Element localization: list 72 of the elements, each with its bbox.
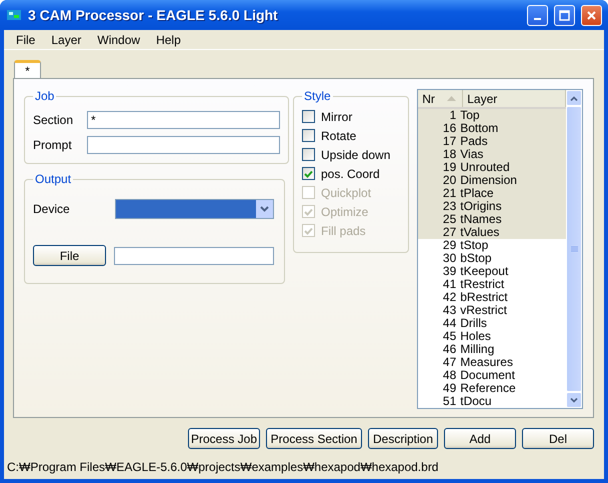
chevron-down-icon (260, 206, 269, 212)
group-title: Job (34, 89, 56, 103)
file-button[interactable]: File (33, 245, 106, 266)
menu-item[interactable]: Window (89, 32, 148, 46)
menu-item[interactable]: File (8, 32, 44, 46)
layer-row[interactable]: 30 bStop (418, 252, 566, 265)
layer-row[interactable]: 48 Document (418, 369, 566, 382)
group-title: Output (34, 172, 72, 186)
status-text: C:₩Program Files₩EAGLE-5.6.0₩projects₩examples₩hexapod₩hexapod.brd (6, 459, 440, 476)
input-field[interactable] (114, 246, 274, 264)
checkbox-label: Fill pads (321, 224, 366, 238)
layer-row[interactable]: 1 Top (418, 109, 566, 122)
layer-row[interactable]: 23 tOrigins (418, 200, 566, 213)
field-label: Prompt (33, 138, 73, 152)
layer-row[interactable]: 41 tRestrict (418, 278, 566, 291)
maximize-icon (559, 10, 570, 20)
field-label: Section (33, 112, 74, 126)
layer-row[interactable]: 49 Reference (418, 382, 566, 395)
action-button[interactable]: Add (444, 428, 516, 449)
minimize-icon (534, 18, 541, 20)
layer-row[interactable]: 27 tValues (418, 226, 566, 239)
action-button[interactable]: Description (368, 428, 438, 449)
layer-row[interactable]: 16 Bottom (418, 122, 566, 135)
checkbox[interactable] (302, 129, 315, 142)
layer-row[interactable]: 18 Vias (418, 148, 566, 161)
layer-row[interactable]: 29 tStop (418, 239, 566, 252)
window-title: 3 CAM Processor - EAGLE 5.6.0 Light (28, 7, 279, 23)
layer-row[interactable]: 25 tNames (418, 213, 566, 226)
action-button[interactable]: Process Job (188, 428, 260, 449)
app-icon (6, 7, 22, 23)
scrollbar-thumb[interactable] (566, 106, 582, 392)
tab[interactable]: * (14, 60, 41, 78)
checkbox[interactable] (302, 110, 315, 123)
minimize-button[interactable] (527, 4, 548, 26)
menu-item[interactable]: Help (148, 32, 189, 46)
column-header[interactable]: Nr (418, 90, 464, 107)
close-icon (586, 10, 597, 20)
chevron-down-icon (570, 398, 578, 402)
action-button[interactable]: Process Section (266, 428, 362, 449)
input-field[interactable]: * (87, 110, 280, 128)
layer-row[interactable]: 43 vRestrict (418, 304, 566, 317)
checkbox-label: Rotate (321, 128, 356, 142)
input-field[interactable] (87, 136, 280, 154)
close-button[interactable] (581, 4, 602, 26)
field-label: Device (33, 202, 71, 216)
sort-icon (446, 96, 456, 101)
maximize-button[interactable] (554, 4, 575, 26)
layer-row[interactable]: 51 tDocu (418, 395, 566, 408)
chevron-up-icon (570, 96, 578, 100)
layer-row[interactable]: 19 Unrouted (418, 161, 566, 174)
group-title: Style (303, 89, 332, 103)
layer-row[interactable]: 45 Holes (418, 330, 566, 343)
layer-row[interactable]: 42 bRestrict (418, 291, 566, 304)
device-dropdown[interactable] (115, 198, 274, 218)
scroll-up-button[interactable] (566, 90, 582, 106)
checkbox-label: pos. Coord (321, 166, 380, 180)
layer-row[interactable]: 17 Pads (418, 135, 566, 148)
layer-row[interactable]: 44 Drills (418, 317, 566, 330)
checkbox-label: Upside down (321, 148, 390, 162)
scroll-down-button[interactable] (566, 392, 582, 408)
checkbox-label: Quickplot (321, 186, 372, 200)
layer-row[interactable]: 46 Milling (418, 343, 566, 356)
action-button[interactable]: Del (522, 428, 594, 449)
layer-row[interactable]: 20 Dimension (418, 174, 566, 187)
checkbox[interactable] (302, 167, 315, 180)
layer-row[interactable]: 47 Measures (418, 356, 566, 369)
checkbox-label: Mirror (321, 110, 352, 124)
checkbox[interactable] (302, 148, 315, 161)
menu-item[interactable]: Layer (43, 32, 90, 46)
layer-row[interactable]: 21 tPlace (418, 187, 566, 200)
checkbox-label: Optimize (321, 204, 368, 218)
layer-row[interactable]: 39 tKeepout (418, 265, 566, 278)
